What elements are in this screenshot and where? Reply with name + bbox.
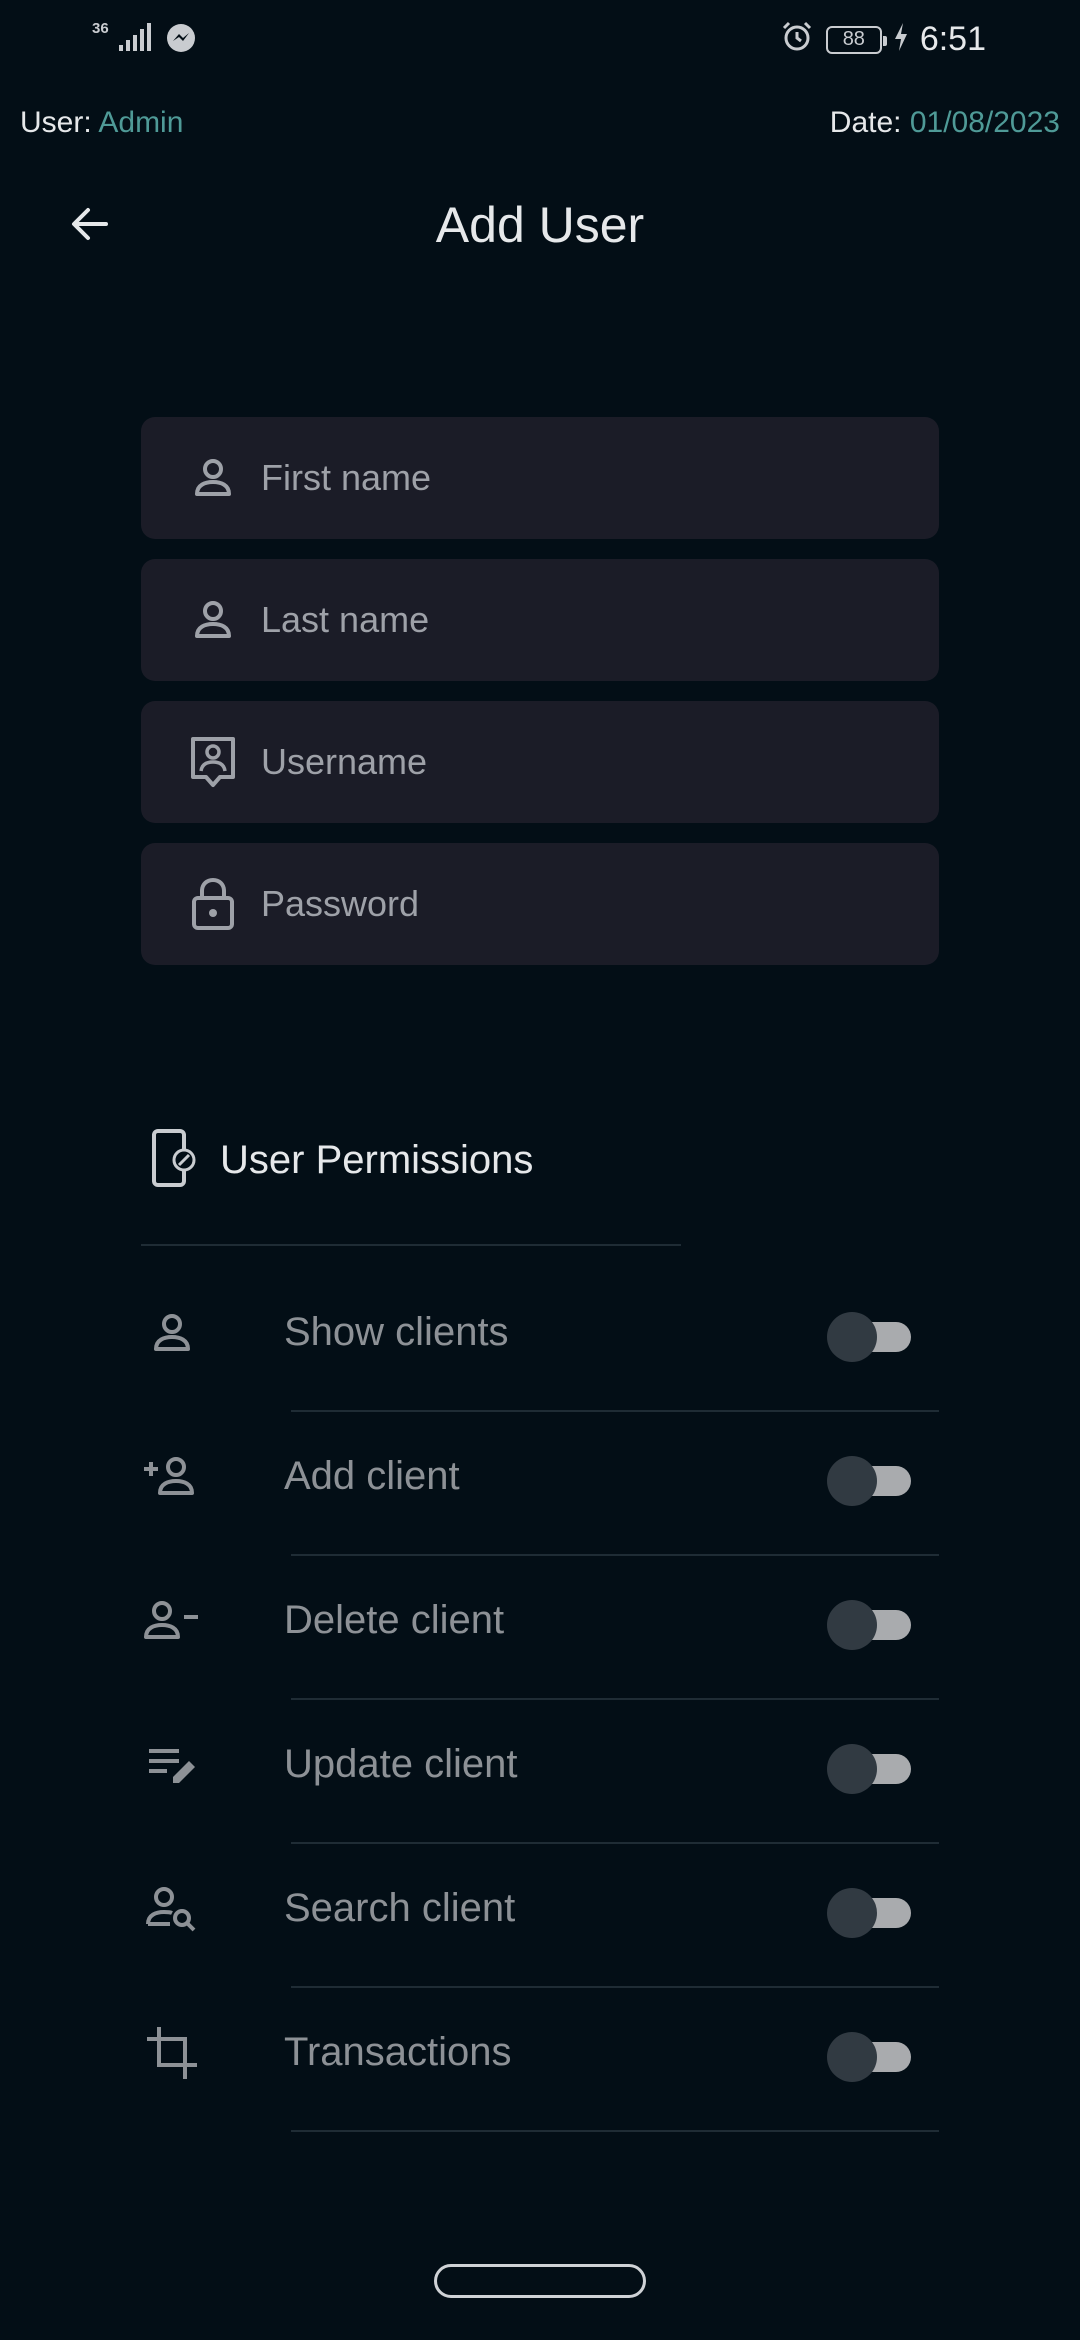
add-user-screen: 36 88 6:51 User: Admin Date: 01/08/2023 … xyxy=(0,0,1080,2340)
permission-label: Add client xyxy=(284,1454,460,1498)
permissions-title: User Permissions xyxy=(220,1138,534,1182)
permission-row-delete-client: Delete client xyxy=(141,1556,939,1700)
transactions-toggle[interactable] xyxy=(827,2032,913,2082)
messenger-icon xyxy=(165,22,197,59)
username-field[interactable] xyxy=(141,701,939,823)
toggle-thumb xyxy=(827,1888,877,1938)
edit-note-icon xyxy=(141,1734,203,1796)
toggle-thumb xyxy=(827,1600,877,1650)
person-remove-icon xyxy=(141,1590,203,1652)
person-search-icon xyxy=(141,1878,203,1940)
permission-label: Transactions xyxy=(284,2030,512,2074)
permissions-divider xyxy=(141,1244,681,1246)
back-button[interactable] xyxy=(62,196,118,252)
status-right: 88 6:51 xyxy=(780,20,986,59)
permission-row-transactions: Transactions xyxy=(141,1988,939,2132)
permission-row-search-client: Search client xyxy=(141,1844,939,1988)
date-value: 01/08/2023 xyxy=(909,106,1060,139)
toggle-thumb xyxy=(827,1744,877,1794)
arrow-back-icon xyxy=(72,208,108,240)
show-clients-toggle[interactable] xyxy=(827,1312,913,1362)
phone-settings-icon xyxy=(150,1128,198,1193)
last-name-field[interactable] xyxy=(141,559,939,681)
current-user: User: Admin xyxy=(20,106,183,140)
home-indicator[interactable] xyxy=(434,2264,646,2298)
permission-label: Search client xyxy=(284,1886,516,1930)
toggle-thumb xyxy=(827,1456,877,1506)
password-input[interactable] xyxy=(261,883,901,925)
first-name-field[interactable] xyxy=(141,417,939,539)
update-client-toggle[interactable] xyxy=(827,1744,913,1794)
permissions-header: User Permissions xyxy=(150,1128,533,1193)
info-row: User: Admin Date: 01/08/2023 xyxy=(20,106,1060,150)
permission-row-show-clients: Show clients xyxy=(141,1268,939,1412)
page-title: Add User xyxy=(435,197,645,253)
user-value: Admin xyxy=(98,106,184,139)
delete-client-toggle[interactable] xyxy=(827,1600,913,1650)
crop-icon xyxy=(141,2022,203,2084)
contact-card-icon xyxy=(181,730,245,794)
network-type: 36 xyxy=(92,20,109,37)
permission-label: Update client xyxy=(284,1742,518,1786)
search-client-toggle[interactable] xyxy=(827,1888,913,1938)
signal-icon xyxy=(118,23,155,58)
permission-label: Show clients xyxy=(284,1310,509,1354)
person-outline-icon xyxy=(141,1302,203,1364)
status-bar: 36 88 6:51 xyxy=(0,0,1080,86)
last-name-input[interactable] xyxy=(261,599,901,641)
permission-row-add-client: Add client xyxy=(141,1412,939,1556)
first-name-input[interactable] xyxy=(261,457,901,499)
toggle-thumb xyxy=(827,1312,877,1362)
current-date: Date: 01/08/2023 xyxy=(830,106,1060,140)
row-divider xyxy=(291,2130,939,2132)
permission-row-update-client: Update client xyxy=(141,1700,939,1844)
add-client-toggle[interactable] xyxy=(827,1456,913,1506)
clock: 6:51 xyxy=(919,20,986,58)
person-icon xyxy=(181,588,245,652)
battery-indicator: 88 xyxy=(825,25,887,54)
toggle-thumb xyxy=(827,2032,877,2082)
permission-label: Delete client xyxy=(284,1598,505,1642)
lock-icon xyxy=(181,872,245,936)
status-left: 36 xyxy=(92,20,197,59)
date-label: Date: xyxy=(829,106,902,139)
charging-icon xyxy=(894,23,908,56)
alarm-icon xyxy=(780,20,814,59)
password-field[interactable] xyxy=(141,843,939,965)
person-add-icon xyxy=(141,1446,203,1508)
person-icon xyxy=(181,446,245,510)
user-label: User: xyxy=(20,106,92,139)
username-input[interactable] xyxy=(261,741,901,783)
